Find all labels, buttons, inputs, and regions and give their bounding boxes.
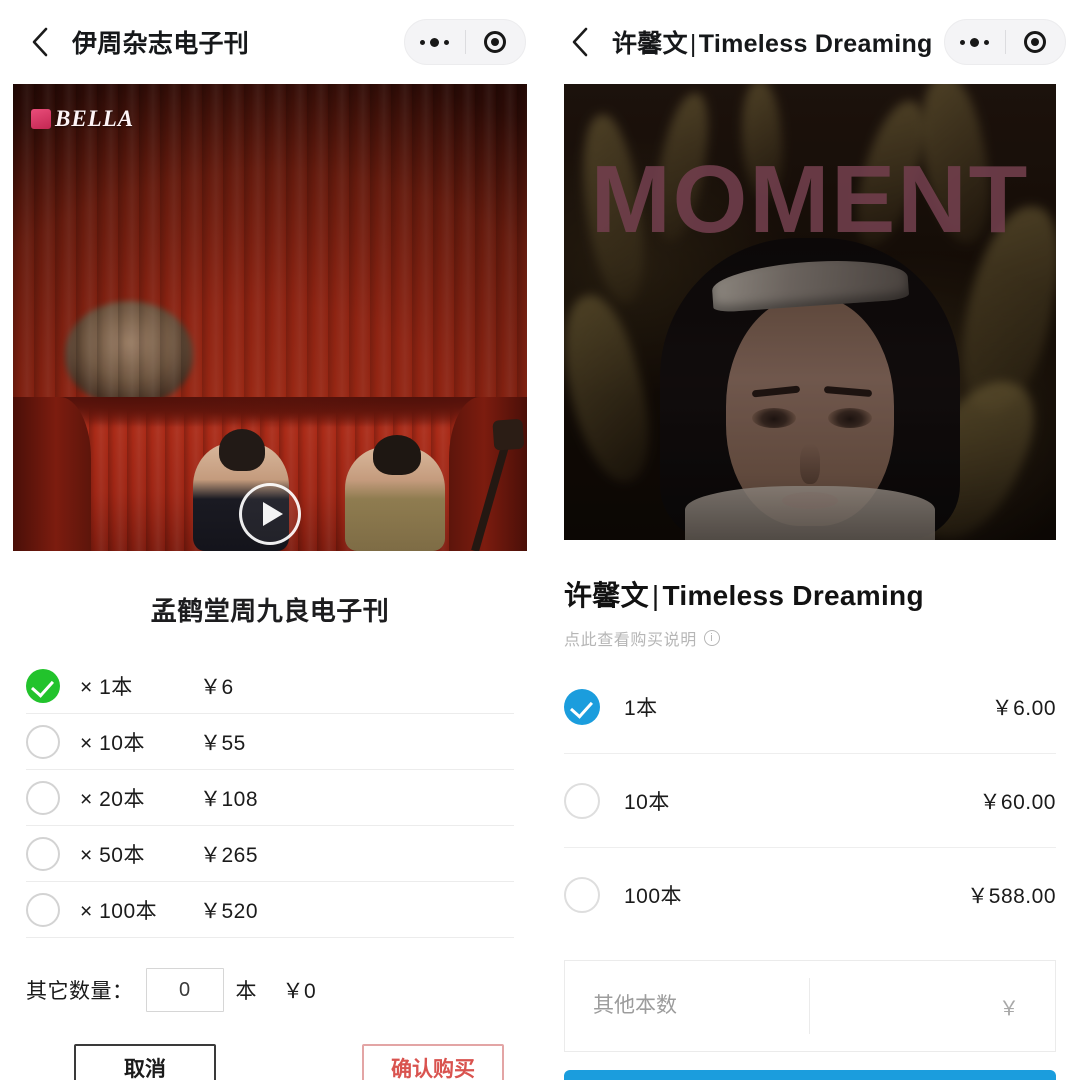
option-price: ￥6	[200, 675, 234, 699]
left-capsule-bar	[404, 19, 526, 65]
other-quantity-label: 其它数量：	[26, 980, 134, 1003]
option-quantity: × 100本	[80, 899, 158, 923]
performer-right	[345, 435, 445, 551]
other-count-price-cell: ￥	[810, 961, 1055, 1051]
option-quantity: × 10本	[80, 731, 145, 755]
confirm-purchase-button[interactable]: 确认购买	[362, 1044, 504, 1080]
right-product-title-sub: Timeless Dreaming	[662, 580, 924, 611]
right-page-title-separator: |	[689, 30, 697, 58]
list-item[interactable]: × 100本 ￥520	[26, 882, 514, 938]
right-navbar: 许馨文|Timeless Dreaming	[540, 0, 1080, 84]
floral-decoration	[564, 287, 667, 491]
right-page-title-sub: Timeless Dreaming	[698, 30, 933, 58]
bella-logo-mark	[31, 109, 51, 129]
right-page-title: 许馨文|Timeless Dreaming	[612, 24, 933, 60]
blurred-head-decoration	[65, 300, 193, 405]
cancel-button[interactable]: 取消	[74, 1044, 216, 1080]
left-content-body: 孟鹤堂周九良电子刊 × 1本 ￥6 × 10本 ￥55 × 20本 ￥108 ×…	[0, 591, 540, 1080]
option-label-group: 1本	[564, 688, 658, 725]
model-shoulder	[685, 486, 935, 540]
option-quantity: 10本	[624, 790, 670, 814]
model-brow-right	[823, 385, 873, 398]
dual-screenshot-stage: 伊周杂志电子刊 BELLA 孟鹤堂周九良电子刊 × 1本 ￥6 × 10本 ￥5…	[0, 0, 1080, 1080]
other-count-box: ￥	[564, 960, 1056, 1052]
model-nose	[800, 444, 820, 484]
more-dots-icon[interactable]	[945, 20, 1005, 64]
other-quantity-row: 其它数量： 本 ￥0	[26, 962, 514, 1018]
option-quantity: × 50本	[80, 843, 145, 867]
right-content-body: 许馨文 | Timeless Dreaming 点此查看购买说明 i 1本 ￥6.0…	[540, 574, 1080, 1080]
back-chevron-icon[interactable]	[26, 27, 54, 57]
right-option-list: 1本 ￥6.00 10本 ￥60.00 100本 ￥588.00	[564, 660, 1056, 942]
list-item[interactable]: 10本 ￥60.00	[564, 754, 1056, 848]
right-product-title-main: 许馨文	[564, 580, 649, 611]
model-eye-right	[828, 408, 872, 428]
option-price: ￥108	[200, 787, 259, 811]
option-price: ￥55	[200, 731, 246, 755]
left-page-title: 伊周杂志电子刊	[72, 30, 250, 58]
option-price: ￥265	[200, 843, 259, 867]
radio-checked-icon[interactable]	[26, 668, 60, 703]
radio-unchecked-icon[interactable]	[26, 836, 60, 871]
left-navbar: 伊周杂志电子刊	[0, 0, 540, 84]
model-eye-left	[752, 408, 796, 428]
back-chevron-icon[interactable]	[566, 27, 594, 57]
option-price: ￥520	[200, 899, 259, 923]
other-quantity-total: ￥0	[282, 980, 317, 1003]
curtain-drape-left	[13, 396, 91, 551]
bella-watermark: BELLA	[31, 106, 134, 132]
bella-watermark-text: BELLA	[55, 106, 135, 131]
other-quantity-input[interactable]	[145, 968, 224, 1012]
mini-program-target-icon[interactable]	[1005, 20, 1065, 64]
left-phone-panel: 伊周杂志电子刊 BELLA 孟鹤堂周九良电子刊 × 1本 ￥6 × 10本 ￥5…	[0, 0, 540, 1080]
right-cover-image[interactable]: MOMENT	[564, 84, 1056, 540]
purchase-instructions-text: 点此查看购买说明	[564, 632, 697, 649]
radio-unchecked-icon[interactable]	[564, 782, 600, 819]
option-quantity: × 1本	[80, 675, 133, 699]
list-item[interactable]: × 50本 ￥265	[26, 826, 514, 882]
purchase-instructions-link[interactable]: 点此查看购买说明 i	[564, 626, 720, 650]
list-item[interactable]: 1本 ￥6.00	[564, 660, 1056, 754]
radio-checked-icon[interactable]	[564, 688, 600, 725]
more-dots-icon[interactable]	[405, 20, 465, 64]
radio-unchecked-icon[interactable]	[26, 724, 60, 759]
left-video-poster[interactable]: BELLA	[13, 84, 527, 551]
left-product-title: 孟鹤堂周九良电子刊	[150, 596, 390, 626]
option-price: ￥588.00	[967, 885, 1056, 908]
list-item[interactable]: 100本 ￥588.00	[564, 848, 1056, 942]
right-page-title-main: 许馨文	[612, 30, 688, 58]
list-item[interactable]: × 20本 ￥108	[26, 770, 514, 826]
model-brow-left	[751, 385, 801, 398]
left-button-row: 取消 确认购买	[74, 1044, 504, 1080]
other-quantity-unit: 本	[235, 980, 257, 1003]
option-quantity: × 20本	[80, 787, 145, 811]
right-product-title: 许馨文 | Timeless Dreaming	[564, 574, 1056, 614]
option-quantity: 1本	[624, 696, 658, 720]
list-item[interactable]: × 1本 ￥6	[26, 658, 514, 714]
option-label-group: 100本	[564, 877, 682, 913]
right-capsule-bar	[944, 19, 1066, 65]
option-label-group: 10本	[564, 782, 670, 819]
other-count-input[interactable]	[593, 994, 810, 1018]
confirm-payment-button[interactable]: 确认支付	[564, 1070, 1056, 1080]
cover-model-portrait	[660, 210, 960, 540]
option-quantity: 100本	[624, 885, 683, 908]
other-count-input-cell[interactable]	[565, 961, 810, 1051]
right-product-title-separator: |	[651, 580, 660, 611]
option-price: ￥60.00	[979, 790, 1056, 814]
left-option-list: × 1本 ￥6 × 10本 ￥55 × 20本 ￥108 × 50本 ￥265	[26, 658, 514, 938]
radio-unchecked-icon[interactable]	[564, 877, 600, 913]
info-circle-icon[interactable]: i	[703, 630, 720, 646]
currency-symbol: ￥	[999, 997, 1019, 1020]
radio-unchecked-icon[interactable]	[26, 780, 60, 815]
mini-program-target-icon[interactable]	[465, 20, 525, 64]
option-price: ￥6.00	[991, 696, 1056, 720]
play-button-icon[interactable]	[239, 483, 301, 545]
radio-unchecked-icon[interactable]	[26, 892, 60, 927]
list-item[interactable]: × 10本 ￥55	[26, 714, 514, 770]
right-phone-panel: 许馨文|Timeless Dreaming MOMENT 许馨文 | Timel…	[540, 0, 1080, 1080]
